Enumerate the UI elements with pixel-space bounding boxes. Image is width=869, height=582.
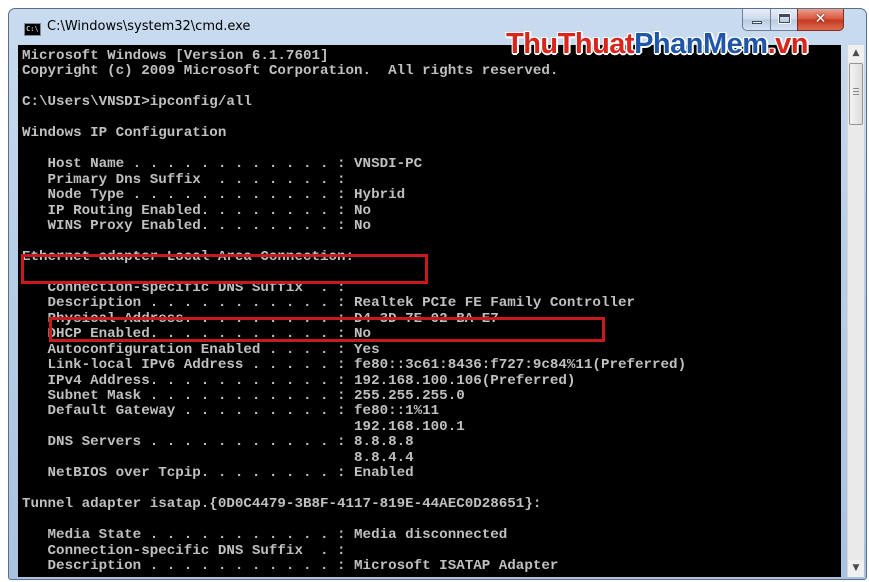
console-line: NetBIOS over Tcpip. . . . . . . . : Enab… [22,465,414,482]
console-line: 8.8.4.4 [22,449,414,466]
watermark-part-1: ThuThuat [506,28,635,60]
console-line: Tunnel adapter isatap.{0D0C4479-3B8F-411… [22,496,542,513]
physical-address-highlight [49,317,605,342]
console-line: IP Routing Enabled. . . . . . . . : No [22,202,372,219]
close-icon: ✕ [814,11,827,27]
ethernet-adapter-highlight [21,254,428,284]
console-line: Node Type . . . . . . . . . . . . : Hybr… [22,187,406,204]
scroll-down-arrow-icon[interactable]: ▼ [848,560,864,577]
console-line: Copyright (c) 2009 Microsoft Corporation… [22,63,559,80]
watermark-part-3: .vn [767,28,809,60]
minimize-icon [752,21,762,24]
console-output[interactable]: Microsoft Windows [Version 6.1.7601] Cop… [18,45,841,577]
console-line: Autoconfiguration Enabled . . . . : Yes [22,341,380,358]
window-title: C:\Windows\system32\cmd.exe [47,19,251,34]
watermark-part-2: PhanMem [634,28,768,60]
scroll-thumb[interactable] [849,63,863,125]
watermark-logo: ThuThuatPhanMem.vn [506,28,808,61]
console-line: Host Name . . . . . . . . . . . . : VNSD… [22,156,423,173]
console-line: Primary Dns Suffix . . . . . . . : [22,171,346,188]
console-line: Description . . . . . . . . . . . : Micr… [22,557,559,574]
cmd-app-icon[interactable]: C:\ [24,23,41,36]
console-line: Link-local IPv6 Address . . . . . : fe80… [22,357,687,374]
console-line: Description . . . . . . . . . . . : Real… [22,295,635,312]
console-line: Subnet Mask . . . . . . . . . . . : 255.… [22,387,465,404]
console-line: Connection-specific DNS Suffix . : [22,542,346,559]
console-line: Default Gateway . . . . . . . . . : fe80… [22,403,440,420]
console-line: C:\Users\VNSDI>ipconfig/all [22,94,252,111]
console-line: 192.168.100.1 [22,418,465,435]
console-line: DNS Servers . . . . . . . . . . . : 8.8.… [22,434,414,451]
grip-icon [853,88,859,96]
console-line: Microsoft Windows [Version 6.1.7601] [22,48,329,64]
scroll-up-arrow-icon[interactable]: ▲ [848,45,864,62]
console-line: Windows IP Configuration [22,125,227,142]
console-line: IPv4 Address. . . . . . . . . . . : 192.… [22,372,576,389]
console-line: WINS Proxy Enabled. . . . . . . . : No [22,217,372,234]
vertical-scrollbar[interactable]: ▲ ▼ [847,45,864,577]
console-text: Microsoft Windows [Version 6.1.7601] Cop… [18,45,841,574]
maximize-icon [778,13,791,24]
cmd-window: C:\ C:\Windows\system32\cmd.exe ✕ Micros… [8,8,867,580]
console-line: Media State . . . . . . . . . . . : Medi… [22,527,508,544]
